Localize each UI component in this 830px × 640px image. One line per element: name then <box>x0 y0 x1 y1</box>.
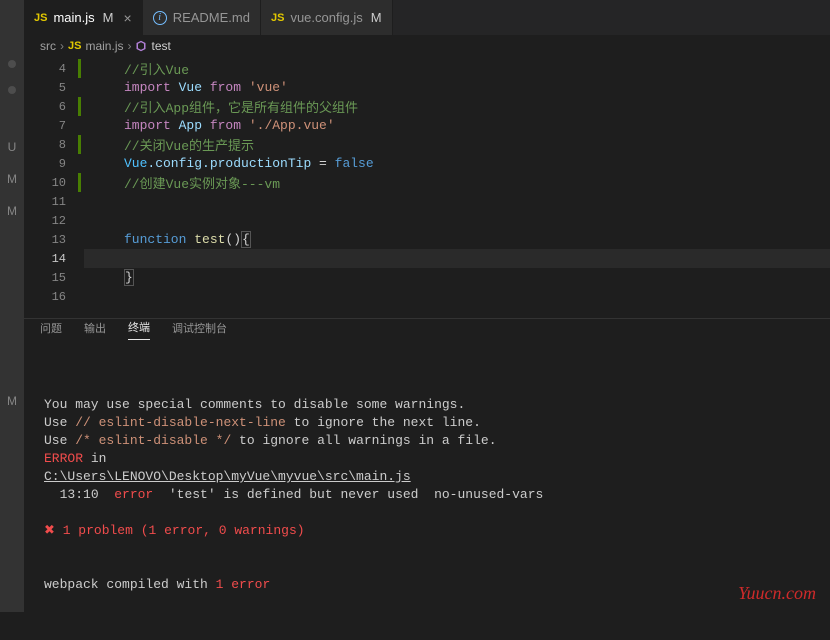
error-cross-icon: ✖ <box>44 523 63 538</box>
code-bool: false <box>335 156 374 171</box>
breadcrumb-folder: src <box>40 39 56 53</box>
line-number: 12 <box>52 214 66 228</box>
tab-label: main.js <box>53 10 94 25</box>
scm-indicator: M <box>7 204 17 218</box>
terminal-line: to ignore the next line. <box>286 415 481 430</box>
watermark: Yuucn.com <box>738 584 816 602</box>
chevron-right-icon: › <box>60 39 64 53</box>
code-keyword: import <box>124 80 171 95</box>
js-icon: JS <box>34 12 47 24</box>
panel-tabs: 问题 输出 终端 调试控制台 <box>24 319 830 340</box>
code-prop: .config. <box>147 156 209 171</box>
code-comment: //引入App组件，它是所有组件的父组件 <box>124 97 358 116</box>
breadcrumb[interactable]: src › JS main.js › test <box>24 35 830 57</box>
code-func: test <box>186 232 225 247</box>
activity-dot <box>8 60 16 68</box>
code-comment: //创建Vue实例对象---vm <box>124 173 280 192</box>
line-number: 15 <box>52 271 66 285</box>
terminal-line: You may use special comments to disable … <box>44 397 465 412</box>
method-icon <box>135 40 147 52</box>
code-area[interactable]: //引入Vue import Vue from 'vue' //引入App组件，… <box>84 57 830 318</box>
code-keyword: function <box>124 232 186 247</box>
git-marker <box>78 59 81 78</box>
tab-readme[interactable]: i README.md <box>143 0 261 35</box>
line-number: 13 <box>52 233 66 247</box>
main-area: JS main.js M × i README.md JS vue.config… <box>24 0 830 612</box>
breadcrumb-symbol: test <box>151 39 170 53</box>
code-op: = <box>311 156 334 171</box>
terminal-error: error <box>114 487 153 502</box>
code-var: App <box>171 118 210 133</box>
scm-indicator: U <box>8 140 17 154</box>
terminal-line: Use <box>44 433 75 448</box>
modified-indicator: M <box>371 10 382 25</box>
terminal-line: 13:10 <box>44 487 114 502</box>
line-number: 4 <box>59 62 66 76</box>
info-icon: i <box>153 11 167 25</box>
line-number: 8 <box>59 138 66 152</box>
code-comment: //引入Vue <box>124 59 189 78</box>
terminal-line: webpack compiled with <box>44 577 216 592</box>
terminal-highlight: /* eslint-disable */ <box>75 433 231 448</box>
code-string: 'vue' <box>241 80 288 95</box>
tab-label: README.md <box>173 10 250 25</box>
panel-tab-debug[interactable]: 调试控制台 <box>172 320 227 340</box>
terminal-line: in <box>83 451 106 466</box>
terminal-line: to ignore all warnings in a file. <box>231 433 496 448</box>
gutter: 4 5 6 7 8 9 10 11 12 13 14 15 16 <box>24 57 84 318</box>
editor[interactable]: 4 5 6 7 8 9 10 11 12 13 14 15 16 //引入Vue… <box>24 57 830 318</box>
line-number: 7 <box>59 119 66 133</box>
terminal-panel: 问题 输出 终端 调试控制台 You may use special comme… <box>24 318 830 612</box>
terminal-highlight: // eslint-disable-next-line <box>75 415 286 430</box>
line-number: 16 <box>52 290 66 304</box>
tab-vue-config[interactable]: JS vue.config.js M <box>261 0 393 35</box>
panel-tab-output[interactable]: 输出 <box>84 320 106 340</box>
line-number: 11 <box>52 195 66 209</box>
terminal-line: Use <box>44 415 75 430</box>
tab-label: vue.config.js <box>290 10 362 25</box>
line-number: 5 <box>59 81 66 95</box>
line-number: 14 <box>52 252 66 266</box>
js-icon: JS <box>68 40 81 52</box>
close-icon[interactable]: × <box>124 10 132 26</box>
code-keyword: from <box>210 80 241 95</box>
code-var: Vue <box>171 80 210 95</box>
line-number: 6 <box>59 100 66 114</box>
code-keyword: import <box>124 118 171 133</box>
terminal-line: 'test' is defined but never used no-unus… <box>153 487 543 502</box>
code-brace: { <box>241 231 251 248</box>
scm-indicator: M <box>7 394 17 408</box>
line-number: 9 <box>59 157 66 171</box>
terminal-path: C:\Users\LENOVO\Desktop\myVue\myvue\src\… <box>44 469 411 484</box>
code-obj: Vue <box>124 156 147 171</box>
activity-bar: U M M M <box>0 0 24 612</box>
panel-tab-problems[interactable]: 问题 <box>40 320 62 340</box>
panel-tab-terminal[interactable]: 终端 <box>128 319 150 340</box>
terminal-output[interactable]: You may use special comments to disable … <box>24 340 830 640</box>
scm-indicator: M <box>7 172 17 186</box>
breadcrumb-file: main.js <box>85 39 123 53</box>
activity-dot <box>8 86 16 94</box>
code-string: './App.vue' <box>241 118 335 133</box>
git-marker <box>78 97 81 116</box>
js-icon: JS <box>271 12 284 24</box>
tab-bar: JS main.js M × i README.md JS vue.config… <box>24 0 830 35</box>
modified-indicator: M <box>103 10 114 25</box>
terminal-error-count: 1 error <box>216 577 271 592</box>
code-prop: productionTip <box>210 156 311 171</box>
code-brace: } <box>124 269 134 286</box>
line-number: 10 <box>52 176 66 190</box>
tab-main-js[interactable]: JS main.js M × <box>24 0 143 35</box>
terminal-error-label: ERROR <box>44 451 83 466</box>
git-marker <box>78 135 81 154</box>
code-keyword: from <box>210 118 241 133</box>
code-punct: () <box>225 232 241 247</box>
chevron-right-icon: › <box>127 39 131 53</box>
git-marker <box>78 173 81 192</box>
terminal-summary: 1 problem (1 error, 0 warnings) <box>63 523 305 538</box>
code-comment: //关闭Vue的生产提示 <box>124 135 254 154</box>
